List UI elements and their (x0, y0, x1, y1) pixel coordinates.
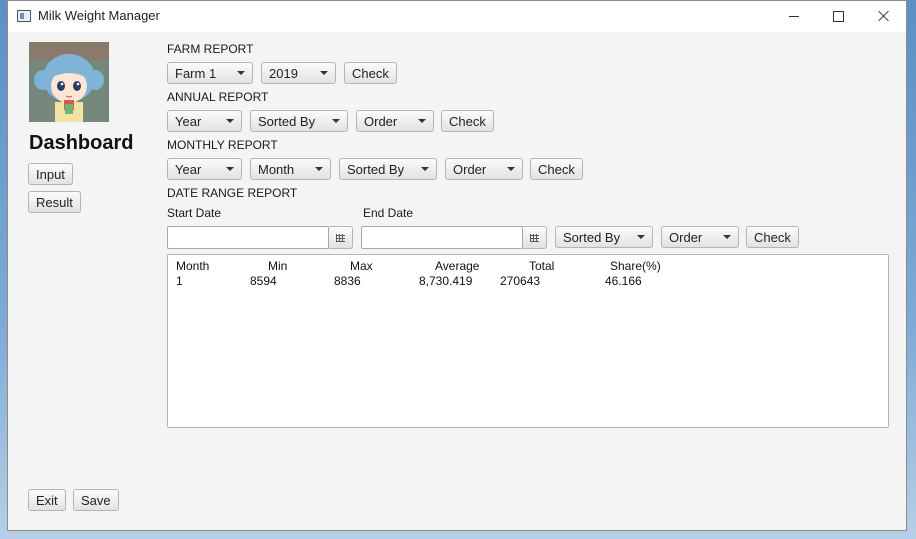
app-window: Milk Weight Manager Dashboard Input Resu… (7, 0, 907, 531)
avatar-image (29, 42, 109, 122)
save-button[interactable]: Save (73, 489, 119, 511)
annual-year-select[interactable]: Year (167, 110, 242, 132)
chevron-down-icon (637, 235, 645, 239)
monthly-report-heading: MONTHLY REPORT (167, 138, 278, 152)
chevron-down-icon (226, 119, 234, 123)
end-date-label: End Date (363, 206, 414, 220)
results-cell: 1 (176, 274, 183, 288)
monthly-sorted-by-select[interactable]: Sorted By (339, 158, 437, 180)
results-column-header: Min (268, 259, 288, 273)
input-button[interactable]: Input (28, 163, 73, 185)
date-range-sorted-by-select[interactable]: Sorted By (555, 226, 653, 248)
close-icon (878, 10, 890, 22)
date-range-check-button[interactable]: Check (746, 226, 799, 248)
maximize-icon (833, 10, 844, 22)
chevron-down-icon (418, 119, 426, 123)
annual-sorted-by-value: Sorted By (258, 113, 316, 129)
results-cell: 8,730.419 (419, 274, 473, 288)
start-date-input[interactable] (167, 226, 329, 249)
exit-button[interactable]: Exit (28, 489, 66, 511)
annual-sorted-by-select[interactable]: Sorted By (250, 110, 348, 132)
date-range-report-heading: DATE RANGE REPORT (167, 186, 298, 200)
monthly-sorted-by-value: Sorted By (347, 161, 405, 177)
results-cell: 8836 (334, 274, 361, 288)
monthly-month-select[interactable]: Month (250, 158, 331, 180)
title-bar[interactable]: Milk Weight Manager (8, 1, 906, 32)
annual-order-value: Order (364, 113, 398, 129)
farm-select-value: Farm 1 (175, 65, 217, 81)
end-date-input[interactable] (361, 226, 523, 249)
monthly-month-value: Month (258, 161, 295, 177)
dashboard-heading: Dashboard (29, 132, 134, 154)
annual-year-value: Year (175, 113, 202, 129)
farm-select[interactable]: Farm 1 (167, 62, 253, 84)
chevron-down-icon (315, 167, 323, 171)
farm-year-value: 2019 (269, 65, 298, 81)
close-button[interactable] (861, 1, 906, 31)
date-range-order-select[interactable]: Order (661, 226, 739, 248)
annual-report-heading: ANNUAL REPORT (167, 90, 269, 104)
farm-report-check-button[interactable]: Check (344, 62, 397, 84)
farm-year-select[interactable]: 2019 (261, 62, 336, 84)
date-range-sorted-by-value: Sorted By (563, 229, 621, 245)
results-cell: 270643 (500, 274, 541, 288)
chevron-down-icon (507, 167, 515, 171)
annual-order-select[interactable]: Order (356, 110, 434, 132)
start-date-picker-button[interactable] (329, 226, 353, 249)
farm-report-heading: FARM REPORT (167, 42, 254, 56)
app-window-icon (17, 10, 31, 22)
results-column-header: Month (176, 259, 210, 273)
chevron-down-icon (237, 71, 245, 75)
monthly-year-value: Year (175, 161, 202, 177)
chevron-down-icon (320, 71, 328, 75)
monthly-order-select[interactable]: Order (445, 158, 523, 180)
end-date-picker-button[interactable] (523, 226, 547, 249)
start-date-label: Start Date (167, 206, 222, 220)
chevron-down-icon (226, 167, 234, 171)
chevron-down-icon (421, 167, 429, 171)
maximize-button[interactable] (816, 1, 861, 31)
monthly-year-select[interactable]: Year (167, 158, 242, 180)
chevron-down-icon (332, 119, 340, 123)
monthly-report-check-button[interactable]: Check (530, 158, 583, 180)
date-range-order-value: Order (669, 229, 703, 245)
results-cell: 8594 (250, 274, 277, 288)
result-button[interactable]: Result (28, 191, 81, 213)
results-column-header: Average (435, 259, 480, 273)
results-column-header: Max (350, 259, 373, 273)
results-column-header: Total (529, 259, 555, 273)
results-text-area[interactable]: Month Min Max Average Total Share(%) 1 8… (167, 254, 889, 428)
results-column-header: Share(%) (610, 259, 661, 273)
calendar-icon (336, 233, 345, 242)
avatar (29, 42, 109, 122)
calendar-icon (530, 233, 539, 242)
annual-report-check-button[interactable]: Check (441, 110, 494, 132)
chevron-down-icon (723, 235, 731, 239)
minimize-icon (788, 15, 799, 17)
minimize-button[interactable] (771, 1, 816, 31)
results-cell: 46.166 (605, 274, 642, 288)
monthly-order-value: Order (453, 161, 487, 177)
window-title: Milk Weight Manager (38, 8, 160, 23)
